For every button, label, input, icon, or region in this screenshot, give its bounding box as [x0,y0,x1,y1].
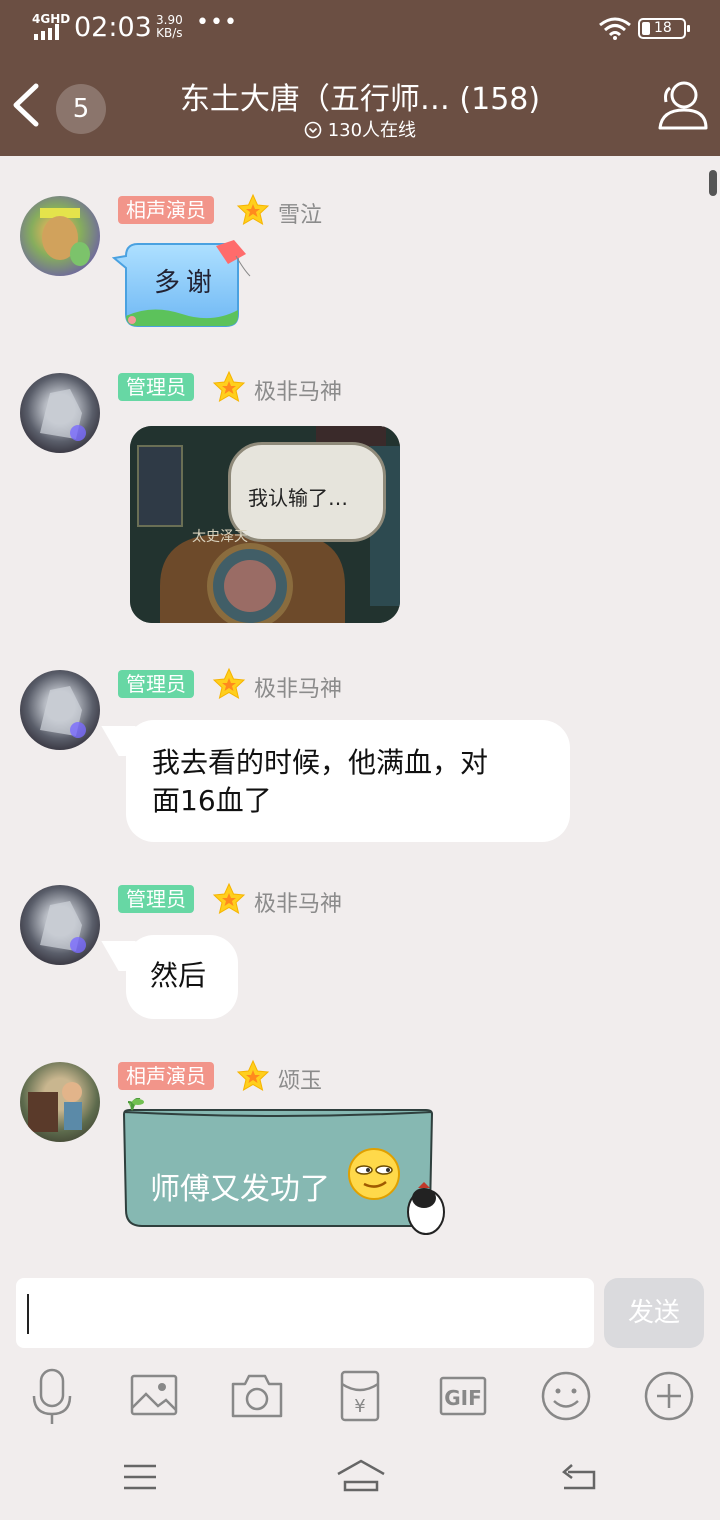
net-speed-unit: KB/s [156,26,183,40]
message-text: 然后 [150,959,207,992]
online-status[interactable]: 130人在线 [200,116,520,142]
scrollbar-thumb[interactable] [709,170,717,196]
menu-nav-icon[interactable] [122,1462,158,1492]
message-text-line: 面16血了 [152,784,272,817]
image-message[interactable]: 我认输了… 太史泽天 [130,426,400,623]
chat-title[interactable]: 东土大唐（五行师… (158) [150,74,570,118]
avatar[interactable] [20,373,100,453]
sender-name[interactable]: 极非马神 [254,671,342,703]
message-input[interactable] [16,1278,594,1348]
speech-bubble-text: 我认输了… [248,486,348,510]
sticker-bubble[interactable]: 多谢 [112,236,262,336]
battery-indicator: 18 [638,18,690,39]
status-bar: 4GHD 02:03 3.90 KB/s ••• 18 [0,0,720,58]
online-count: 130人在线 [327,120,417,141]
camera-icon[interactable] [227,1366,287,1426]
group-members-icon[interactable] [654,78,710,132]
send-button[interactable]: 发送 [604,1278,704,1348]
sticker-text: 师傅又发功了 [150,1172,330,1207]
avatar-image [40,208,90,266]
star-badge-icon [212,370,246,403]
chevron-down-circle-icon [304,121,322,139]
member-title-badge: 相声演员 [118,196,214,224]
message-text-line: 我去看的时候，他满血，对 [152,746,489,779]
battery-fill [642,22,650,35]
compose-area: 发送 ¥ GIF [0,1266,720,1520]
star-badge-icon [236,1059,270,1092]
gif-icon[interactable]: GIF [433,1366,493,1426]
avatar[interactable] [20,670,100,750]
avatar[interactable] [20,196,100,276]
signal-icon [34,24,59,40]
star-badge-icon [212,667,246,700]
wifi-icon [599,17,631,40]
member-title-badge: 管理员 [118,885,194,913]
avatar-image [40,389,86,441]
sender-name[interactable]: 极非马神 [254,886,342,918]
sender-name[interactable]: 极非马神 [254,374,342,406]
sender-name[interactable]: 颂玉 [278,1063,322,1095]
avatar[interactable] [20,885,100,965]
member-title-badge: 管理员 [118,373,194,401]
smirk-emoji-icon [348,1148,400,1200]
sticker-text: 多谢 [154,268,219,298]
star-badge-icon [212,882,246,915]
sticker-bubble[interactable]: 师傅又发功了 [118,1098,454,1238]
unread-count-badge[interactable]: 5 [56,84,106,134]
plus-icon[interactable] [639,1366,699,1426]
emoji-icon[interactable] [536,1366,596,1426]
avatar-image [28,1082,82,1132]
text-bubble[interactable]: 我去看的时候，他满血，对 面16血了 [126,720,570,842]
avatar[interactable] [20,1062,100,1142]
top-bar: 4GHD 02:03 3.90 KB/s ••• 18 5 东土大唐（五行师… … [0,0,720,156]
battery-level: 18 [654,20,672,36]
hero-name-text: 太史泽天 [192,529,248,545]
text-bubble[interactable]: 然后 [126,935,238,1019]
net-speed: 3.90 KB/s [156,14,183,40]
text-cursor [27,1294,29,1334]
sender-name[interactable]: 雪泣 [278,197,322,229]
member-title-badge: 管理员 [118,670,194,698]
microphone-icon[interactable] [22,1366,82,1426]
clock: 02:03 [74,12,152,43]
avatar-image [40,686,86,738]
star-badge-icon [236,193,270,226]
member-title-badge: 相声演员 [118,1062,214,1090]
avatar-image [40,901,86,953]
image-icon[interactable] [124,1366,184,1426]
back-nav-icon[interactable] [560,1462,598,1492]
yen-symbol: ¥ [354,1396,365,1417]
back-arrow-icon[interactable] [10,80,44,130]
more-notifications: ••• [196,10,238,35]
red-packet-icon[interactable]: ¥ [330,1366,390,1426]
home-nav-icon[interactable] [336,1458,386,1492]
gif-label: GIF [444,1386,482,1410]
